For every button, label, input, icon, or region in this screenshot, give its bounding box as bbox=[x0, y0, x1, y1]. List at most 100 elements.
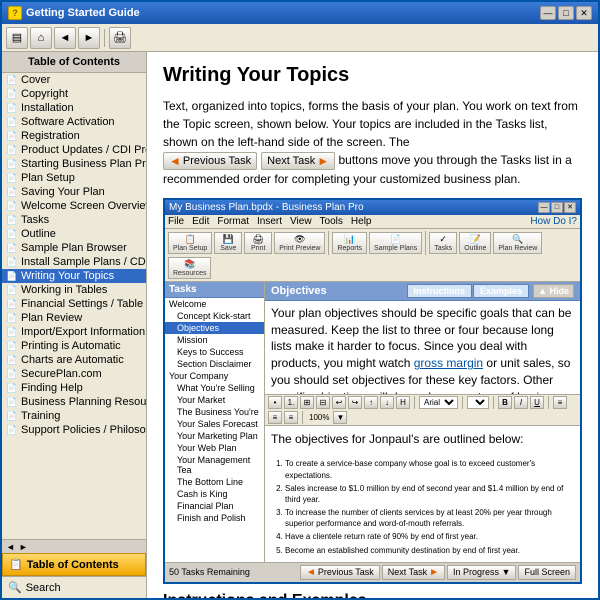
move-down-button[interactable]: ↓ bbox=[380, 396, 394, 409]
inner-tree-selling[interactable]: What You're Selling bbox=[165, 382, 264, 394]
inner-minimize-button[interactable]: — bbox=[538, 202, 550, 213]
sidebar-item-9[interactable]: 📄Welcome Screen Overview bbox=[2, 199, 146, 213]
sidebar-item-24[interactable]: 📄Training bbox=[2, 409, 146, 423]
toc-icon-button[interactable]: ▤ bbox=[6, 27, 28, 49]
align-left-button[interactable]: ≡ bbox=[553, 396, 567, 409]
plan-setup-button[interactable]: 📋Plan Setup bbox=[168, 232, 212, 254]
outline-button[interactable]: 📝Outline bbox=[459, 232, 491, 254]
inner-tree-disclaimer[interactable]: Section Disclaimer bbox=[165, 358, 264, 370]
sample-plans-button[interactable]: 📄Sample Plans bbox=[369, 232, 422, 254]
prev-nav-button[interactable]: ◄ bbox=[54, 27, 76, 49]
sidebar-item-14[interactable]: 📄Writing Your Topics bbox=[2, 269, 146, 283]
print-button[interactable]: 🖨 bbox=[109, 27, 131, 49]
save-button[interactable]: 💾Save bbox=[214, 232, 242, 254]
inner-prev-task-button[interactable]: ◄ Previous Task bbox=[300, 565, 380, 580]
font-family-select[interactable]: Arial bbox=[419, 396, 458, 409]
inner-tree-finish[interactable]: Finish and Polish bbox=[165, 512, 264, 524]
in-progress-button[interactable]: In Progress ▼ bbox=[447, 565, 516, 580]
scroll-left-button[interactable]: ◄ bbox=[6, 542, 15, 552]
close-button[interactable]: ✕ bbox=[576, 6, 592, 20]
sidebar-item-18[interactable]: 📄Import/Export Information bbox=[2, 325, 146, 339]
sidebar-item-15[interactable]: 📄Working in Tables bbox=[2, 283, 146, 297]
align-center-button[interactable]: ≡ bbox=[268, 411, 282, 424]
sidebar-item-8[interactable]: 📄Saving Your Plan bbox=[2, 185, 146, 199]
print-preview-button[interactable]: 👁Print Preview bbox=[274, 232, 325, 254]
inner-tree-welcome[interactable]: Welcome bbox=[165, 298, 264, 310]
minimize-button[interactable]: — bbox=[540, 6, 556, 20]
numbered-list-button[interactable]: 1. bbox=[284, 396, 298, 409]
how-do-i-link[interactable]: How Do I? bbox=[530, 216, 577, 227]
tasks-button[interactable]: ✓Tasks bbox=[429, 232, 457, 254]
sidebar-item-4[interactable]: 📄Registration bbox=[2, 129, 146, 143]
sidebar-item-16[interactable]: 📄Financial Settings / Table W bbox=[2, 297, 146, 311]
reports-button[interactable]: 📊Reports bbox=[332, 232, 367, 254]
gross-margin-link[interactable]: gross margin bbox=[414, 356, 483, 370]
next-nav-button[interactable]: ► bbox=[78, 27, 100, 49]
sidebar-item-10[interactable]: 📄Tasks bbox=[2, 213, 146, 227]
inner-tree-mission[interactable]: Mission bbox=[165, 334, 264, 346]
inner-text-area[interactable]: The objectives for Jonpaul's are outline… bbox=[265, 426, 580, 562]
inner-tree-web[interactable]: Your Web Plan bbox=[165, 442, 264, 454]
sidebar-item-6[interactable]: 📄Starting Business Plan Pro bbox=[2, 157, 146, 171]
inner-tree-business[interactable]: The Business You're bbox=[165, 406, 264, 418]
menu-tools[interactable]: Tools bbox=[320, 216, 343, 227]
sidebar-item-2[interactable]: 📄Installation bbox=[2, 101, 146, 115]
heading-button[interactable]: H bbox=[396, 396, 410, 409]
sidebar-item-1[interactable]: 📄Copyright bbox=[2, 87, 146, 101]
print-inner-button[interactable]: 🖨Print bbox=[244, 232, 272, 254]
indent-increase-button[interactable]: ⊞ bbox=[300, 396, 314, 409]
inner-tree-sales[interactable]: Your Sales Forecast bbox=[165, 418, 264, 430]
next-task-button[interactable]: Next Task ► bbox=[261, 152, 335, 170]
home-button[interactable]: ⌂ bbox=[30, 27, 52, 49]
font-size-select[interactable]: 12 bbox=[467, 396, 489, 409]
menu-format[interactable]: Format bbox=[217, 216, 249, 227]
undo-button[interactable]: ↩ bbox=[332, 396, 346, 409]
inner-tree-objectives[interactable]: Objectives bbox=[165, 322, 264, 334]
inner-tree-financial[interactable]: Financial Plan bbox=[165, 500, 264, 512]
sidebar-item-22[interactable]: 📄Finding Help bbox=[2, 381, 146, 395]
underline-button[interactable]: U bbox=[530, 396, 544, 409]
inner-next-task-button[interactable]: Next Task ► bbox=[382, 565, 445, 580]
sidebar-item-23[interactable]: 📄Business Planning Resource bbox=[2, 395, 146, 409]
hide-button[interactable]: ▲ Hide bbox=[533, 284, 574, 298]
fullscreen-button[interactable]: Full Screen bbox=[518, 565, 576, 580]
menu-insert[interactable]: Insert bbox=[257, 216, 282, 227]
inner-close-button[interactable]: ✕ bbox=[564, 202, 576, 213]
indent-decrease-button[interactable]: ⊟ bbox=[316, 396, 330, 409]
inner-tree-market[interactable]: Your Market bbox=[165, 394, 264, 406]
sidebar-item-0[interactable]: 📄Cover bbox=[2, 73, 146, 87]
sidebar-item-11[interactable]: 📄Outline bbox=[2, 227, 146, 241]
prev-task-button[interactable]: ◄ Previous Task bbox=[163, 152, 257, 170]
inner-maximize-button[interactable]: □ bbox=[551, 202, 563, 213]
sidebar-item-17[interactable]: 📄Plan Review bbox=[2, 311, 146, 325]
inner-tree-kickstart[interactable]: Concept Kick-start bbox=[165, 310, 264, 322]
toc-button[interactable]: 📋 Table of Contents bbox=[2, 553, 146, 576]
sidebar-item-3[interactable]: 📄Software Activation bbox=[2, 115, 146, 129]
inner-tree-company[interactable]: Your Company bbox=[165, 370, 264, 382]
resources-button[interactable]: 📚Resources bbox=[168, 257, 211, 279]
sidebar-item-19[interactable]: 📄Printing is Automatic bbox=[2, 339, 146, 353]
redo-button[interactable]: ↪ bbox=[348, 396, 362, 409]
align-right-button[interactable]: ≡ bbox=[284, 411, 298, 424]
sidebar-item-5[interactable]: 📄Product Updates / CDI Pro bbox=[2, 143, 146, 157]
bullet-list-button[interactable]: • bbox=[268, 396, 282, 409]
inner-tree-bottom[interactable]: The Bottom Line bbox=[165, 476, 264, 488]
inner-tree-keys[interactable]: Keys to Success bbox=[165, 346, 264, 358]
examples-tab[interactable]: Examples bbox=[473, 284, 529, 298]
bold-button[interactable]: B bbox=[498, 396, 512, 409]
sidebar-item-21[interactable]: 📄SecurePlan.com bbox=[2, 367, 146, 381]
move-up-button[interactable]: ↑ bbox=[364, 396, 378, 409]
menu-edit[interactable]: Edit bbox=[192, 216, 209, 227]
search-button[interactable]: 🔍 Search bbox=[2, 576, 146, 598]
italic-button[interactable]: I bbox=[514, 396, 528, 409]
menu-file[interactable]: File bbox=[168, 216, 184, 227]
sidebar-item-13[interactable]: 📄Install Sample Plans / CD-R bbox=[2, 255, 146, 269]
maximize-button[interactable]: □ bbox=[558, 6, 574, 20]
sidebar-item-7[interactable]: 📄Plan Setup bbox=[2, 171, 146, 185]
inner-tree-marketing[interactable]: Your Marketing Plan bbox=[165, 430, 264, 442]
inner-tree-mgmt[interactable]: Your Management Tea bbox=[165, 454, 264, 476]
menu-help[interactable]: Help bbox=[351, 216, 372, 227]
sidebar-item-12[interactable]: 📄Sample Plan Browser bbox=[2, 241, 146, 255]
zoom-dropdown-button[interactable]: ▼ bbox=[333, 411, 347, 424]
instructions-tab[interactable]: Instructions bbox=[407, 284, 473, 298]
